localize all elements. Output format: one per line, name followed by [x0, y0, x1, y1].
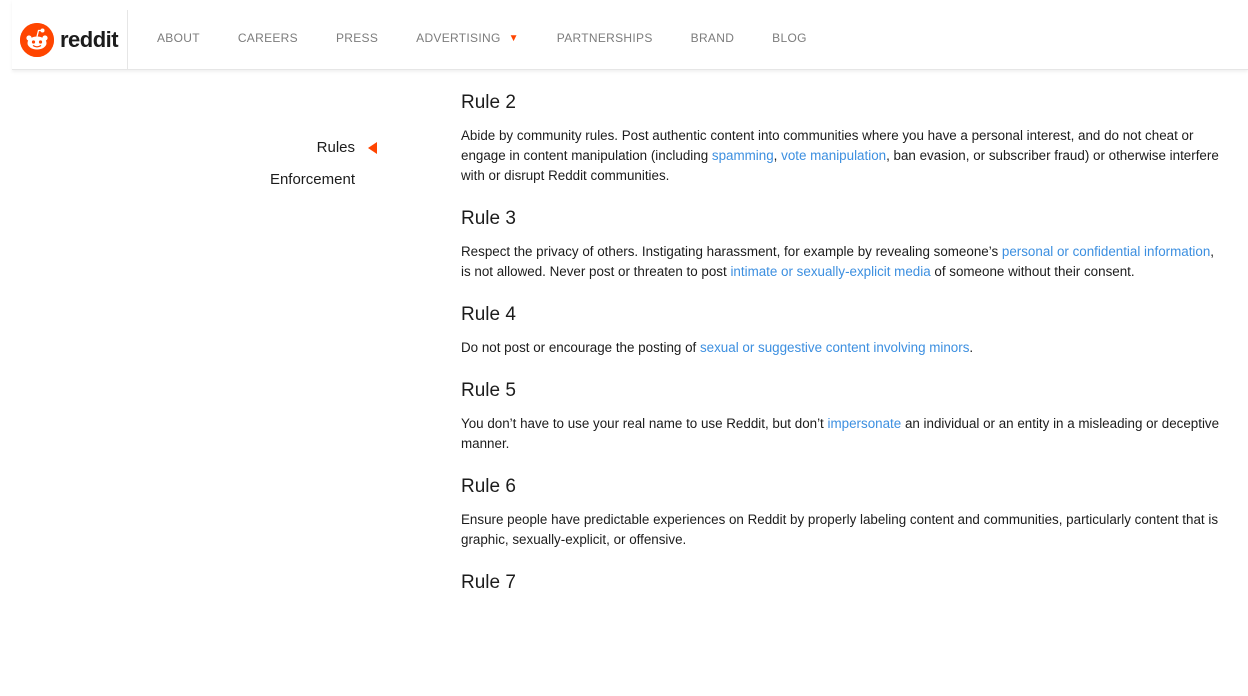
sidebar-item-rules[interactable]: Rules — [317, 139, 355, 156]
rule-link[interactable]: sexual or suggestive content involving m… — [700, 340, 969, 355]
rule-text-span: Respect the privacy of others. Instigati… — [461, 244, 1002, 259]
reddit-logo[interactable]: reddit — [20, 22, 119, 58]
rule-link[interactable]: intimate or sexually-explicit media — [730, 264, 930, 279]
nav-partnerships[interactable]: PARTNERSHIPS — [557, 31, 653, 45]
nav-brand[interactable]: BRAND — [691, 31, 735, 45]
rule-text: You don’t have to use your real name to … — [461, 414, 1221, 454]
rule-link[interactable]: spamming — [712, 148, 774, 163]
reddit-snoo-icon — [20, 23, 54, 57]
rule-title: Rule 7 — [461, 572, 516, 593]
rule-title: Rule 4 — [461, 304, 516, 325]
active-arrow-icon — [368, 142, 377, 154]
rule-section: Rule 6 Ensure people have predictable exp… — [461, 474, 1221, 550]
site-header: reddit ABOUT CAREERS PRESS ADVERTISING ▼ … — [0, 0, 1248, 76]
header-bar: reddit ABOUT CAREERS PRESS ADVERTISING ▼ … — [12, 0, 1248, 70]
main-nav: ABOUT CAREERS PRESS ADVERTISING ▼ PARTNER… — [157, 31, 845, 45]
rules-content: Rule 2 Abide by community rules. Post aut… — [461, 90, 1221, 616]
rule-text: Respect the privacy of others. Instigati… — [461, 242, 1221, 282]
nav-blog-label: BLOG — [772, 31, 807, 45]
rule-text: Ensure people have predictable experienc… — [461, 510, 1221, 550]
rule-link[interactable]: impersonate — [828, 416, 902, 431]
rule-section: Rule 5 You don’t have to use your real na… — [461, 378, 1221, 454]
rule-title: Rule 5 — [461, 380, 516, 401]
rule-section: Rule 7 — [461, 570, 1221, 596]
nav-partnerships-label: PARTNERSHIPS — [556, 31, 653, 45]
rule-text-span: . — [969, 340, 974, 355]
nav-advertising-label: ADVERTISING — [416, 31, 501, 45]
sidebar-item-enforcement[interactable]: Enforcement — [270, 171, 355, 188]
rule-text-span: Do not post or encourage the posting of — [461, 340, 700, 355]
rule-text-span: You don’t have to use your real name to … — [461, 416, 828, 431]
rule-link[interactable]: vote manipulation — [781, 148, 886, 163]
nav-brand-label: BRAND — [690, 31, 735, 45]
rule-link[interactable]: personal or confidential information — [1002, 244, 1210, 259]
rule-text-span: of someone without their consent. — [930, 264, 1135, 279]
nav-press[interactable]: PRESS — [336, 31, 378, 45]
rule-title: Rule 3 — [461, 208, 516, 229]
logo-wordmark: reddit — [60, 27, 119, 52]
rule-section: Rule 3 Respect the privacy of others. Ins… — [461, 206, 1221, 282]
nav-careers-label: CAREERS — [237, 31, 298, 45]
nav-about-label: ABOUT — [157, 31, 200, 45]
rule-section: Rule 2 Abide by community rules. Post aut… — [461, 90, 1221, 186]
nav-press-label: PRESS — [335, 31, 379, 45]
rule-text-span: Ensure people have predictable experienc… — [461, 512, 1219, 547]
rule-text: Do not post or encourage the posting of … — [461, 338, 1221, 358]
rule-section: Rule 4 Do not post or encourage the posti… — [461, 302, 1221, 358]
nav-careers[interactable]: CAREERS — [238, 31, 298, 45]
nav-advertising[interactable]: ADVERTISING ▼ — [416, 31, 519, 45]
rule-title: Rule 2 — [461, 92, 516, 113]
rule-text: Abide by community rules. Post authentic… — [461, 126, 1221, 186]
page: reddit ABOUT CAREERS PRESS ADVERTISING ▼ … — [0, 0, 1248, 696]
nav-blog[interactable]: BLOG — [772, 31, 807, 45]
rule-text-span: , — [773, 148, 782, 163]
nav-about[interactable]: ABOUT — [157, 31, 200, 45]
header-divider — [127, 10, 128, 70]
rule-title: Rule 6 — [461, 476, 516, 497]
chevron-down-icon: ▼ — [508, 32, 519, 44]
